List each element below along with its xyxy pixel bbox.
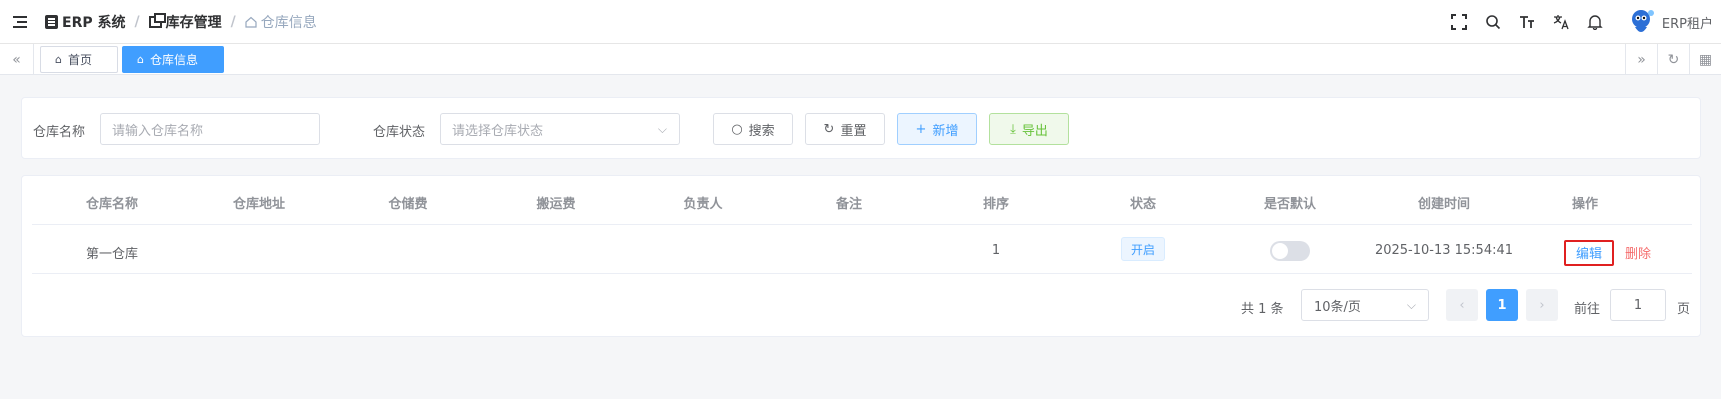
- right-menu: ERP租户: [1442, 0, 1721, 44]
- scroll-left-icon[interactable]: «: [0, 44, 34, 75]
- download-icon: ⤓: [1010, 121, 1016, 137]
- col-header-manager: 负责人: [683, 197, 723, 212]
- search-form: 仓库名称 请输入仓库名称 仓库状态 请选择仓库状态 ⌵ ○ 搜索 ↻ 重置 + …: [21, 97, 1701, 159]
- col-header-created: 创建时间: [1417, 197, 1470, 212]
- goto-page-input[interactable]: 1: [1610, 289, 1666, 321]
- navbar: ERP 系统 / 库存管理 / 仓库信息 ERP租户: [0, 0, 1721, 44]
- col-header-name: 仓库名称: [85, 197, 138, 212]
- bell-icon[interactable]: [1578, 0, 1612, 44]
- next-page-button[interactable]: ›: [1526, 289, 1558, 321]
- cell-sort: 1: [991, 243, 1001, 258]
- highlight-box: [1564, 240, 1614, 266]
- cell-name: 第一仓库: [85, 247, 138, 262]
- col-header-remark: 备注: [835, 197, 862, 212]
- search-button[interactable]: ○ 搜索: [713, 113, 793, 145]
- font-size-icon[interactable]: [1510, 0, 1544, 44]
- avatar[interactable]: [1626, 7, 1656, 37]
- col-header-actions: 操作: [1571, 197, 1598, 212]
- warehouse-table: 仓库名称 仓库地址 仓储费 搬运费 负责人 备注 排序 状态 是否默认 创建时间…: [21, 175, 1701, 337]
- search-icon[interactable]: [1476, 0, 1510, 44]
- pagination-total: 共 1 条: [1241, 302, 1284, 317]
- col-header-handling-fee: 搬运费: [536, 197, 576, 212]
- tag-home[interactable]: ⌂ 首页: [40, 46, 118, 73]
- goto-prefix: 前往: [1574, 302, 1601, 317]
- tags-view: « ⌂ 首页 ⌂ 仓库信息 » ↻ ▦: [0, 44, 1721, 75]
- inventory-icon: [148, 12, 166, 28]
- delete-button[interactable]: 删除: [1625, 243, 1651, 262]
- cell-created: 2025-10-13 15:54:41: [1374, 243, 1514, 258]
- switch-knob: [1272, 243, 1288, 259]
- page-size-select[interactable]: 10条/页 ⌵: [1301, 289, 1429, 321]
- house-icon: [245, 16, 257, 28]
- warehouse-name-input[interactable]: 请输入仓库名称: [100, 113, 320, 145]
- breadcrumb: ERP 系统 / 库存管理 / 仓库信息: [45, 12, 317, 32]
- add-button[interactable]: + 新增: [897, 113, 977, 145]
- default-switch[interactable]: [1270, 241, 1310, 261]
- col-header-storage-fee: 仓储费: [388, 197, 428, 212]
- search-icon: ○: [731, 121, 743, 137]
- house-icon: ⌂: [137, 53, 144, 66]
- chevron-down-icon: ⌵: [1406, 298, 1416, 312]
- plus-icon: +: [915, 121, 927, 137]
- refresh-icon: ↻: [823, 121, 835, 137]
- screen-full-icon[interactable]: [1442, 0, 1476, 44]
- translate-icon[interactable]: [1544, 0, 1578, 44]
- prev-page-button[interactable]: ‹: [1446, 289, 1478, 321]
- erp-icon: [45, 14, 58, 29]
- home-icon: ⌂: [55, 53, 62, 66]
- breadcrumb-item-warehouse: 仓库信息: [245, 12, 317, 32]
- warehouse-status-select[interactable]: 请选择仓库状态 ⌵: [440, 113, 680, 145]
- col-header-status: 状态: [1129, 197, 1156, 212]
- warehouse-status-label: 仓库状态: [373, 125, 426, 140]
- status-badge: 开启: [1121, 237, 1165, 261]
- grid-menu-icon[interactable]: ▦: [1689, 44, 1721, 75]
- col-header-sort: 排序: [982, 197, 1009, 212]
- tenant-name[interactable]: ERP租户: [1662, 13, 1713, 32]
- col-header-default: 是否默认: [1263, 197, 1316, 212]
- scroll-right-icon[interactable]: »: [1625, 44, 1657, 75]
- warehouse-name-label: 仓库名称: [33, 125, 86, 140]
- page-1-button[interactable]: 1: [1486, 289, 1518, 321]
- refresh-icon[interactable]: ↻: [1657, 44, 1689, 75]
- chevron-down-icon: ⌵: [657, 122, 667, 136]
- breadcrumb-item-inventory[interactable]: 库存管理: [148, 12, 222, 32]
- reset-button[interactable]: ↻ 重置: [805, 113, 885, 145]
- export-button[interactable]: ⤓ 导出: [989, 113, 1069, 145]
- tag-warehouse[interactable]: ⌂ 仓库信息: [122, 46, 224, 73]
- goto-suffix: 页: [1677, 302, 1691, 317]
- hamburger-icon[interactable]: [13, 15, 27, 28]
- col-header-address: 仓库地址: [232, 197, 285, 212]
- breadcrumb-item-erp[interactable]: ERP 系统: [45, 12, 125, 32]
